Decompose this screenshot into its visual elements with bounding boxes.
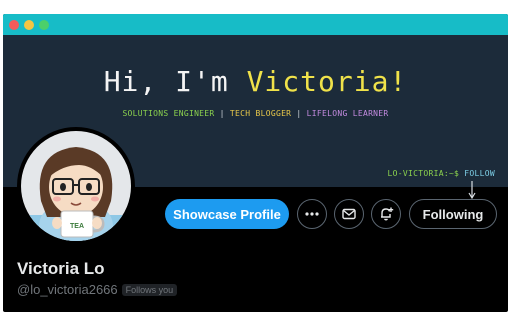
arrow-down-icon bbox=[468, 181, 476, 200]
notifications-button[interactable] bbox=[371, 199, 401, 229]
close-window-dot[interactable] bbox=[9, 20, 19, 30]
role-solutions-engineer: SOLUTIONS ENGINEER bbox=[122, 109, 215, 118]
mug-label: TEA bbox=[70, 223, 84, 230]
more-options-button[interactable] bbox=[297, 199, 327, 229]
avatar[interactable]: TEA bbox=[17, 127, 135, 245]
browser-window: Hi, I'm Victoria! SOLUTIONS ENGINEER | T… bbox=[3, 14, 508, 312]
greeting-text: Hi, I'm bbox=[103, 65, 247, 98]
role-tech-blogger: TECH BLOGGER bbox=[229, 109, 292, 118]
handle-row: @lo_victoria2666 Follows you bbox=[17, 282, 178, 297]
banner-roles: SOLUTIONS ENGINEER | TECH BLOGGER | LIFE… bbox=[3, 109, 508, 118]
role-lifelong-learner: LIFELONG LEARNER bbox=[306, 109, 389, 118]
bell-plus-icon bbox=[381, 207, 394, 221]
message-button[interactable] bbox=[334, 199, 364, 229]
role-separator: | bbox=[291, 109, 307, 118]
profile-display-name: Victoria Lo bbox=[17, 259, 105, 278]
minimize-window-dot[interactable] bbox=[24, 20, 34, 30]
prompt-text: LO-VICTORIA:~$ bbox=[387, 169, 465, 178]
banner-greeting: Hi, I'm Victoria! bbox=[3, 65, 508, 98]
following-button[interactable]: Following bbox=[409, 199, 497, 229]
prompt-command: FOLLOW bbox=[464, 169, 495, 178]
maximize-window-dot[interactable] bbox=[39, 20, 49, 30]
follows-you-badge: Follows you bbox=[121, 283, 178, 296]
profile-handle: @lo_victoria2666 bbox=[17, 282, 118, 297]
banner-terminal-prompt: LO-VICTORIA:~$ FOLLOW bbox=[388, 169, 495, 178]
role-separator: | bbox=[214, 109, 230, 118]
window-titlebar bbox=[3, 14, 508, 35]
envelope-icon bbox=[342, 208, 356, 220]
showcase-profile-button[interactable]: Showcase Profile bbox=[165, 199, 289, 229]
more-dots-icon bbox=[305, 212, 319, 216]
greeting-name: Victoria! bbox=[246, 65, 408, 98]
avatar-illustration: TEA bbox=[21, 131, 131, 241]
